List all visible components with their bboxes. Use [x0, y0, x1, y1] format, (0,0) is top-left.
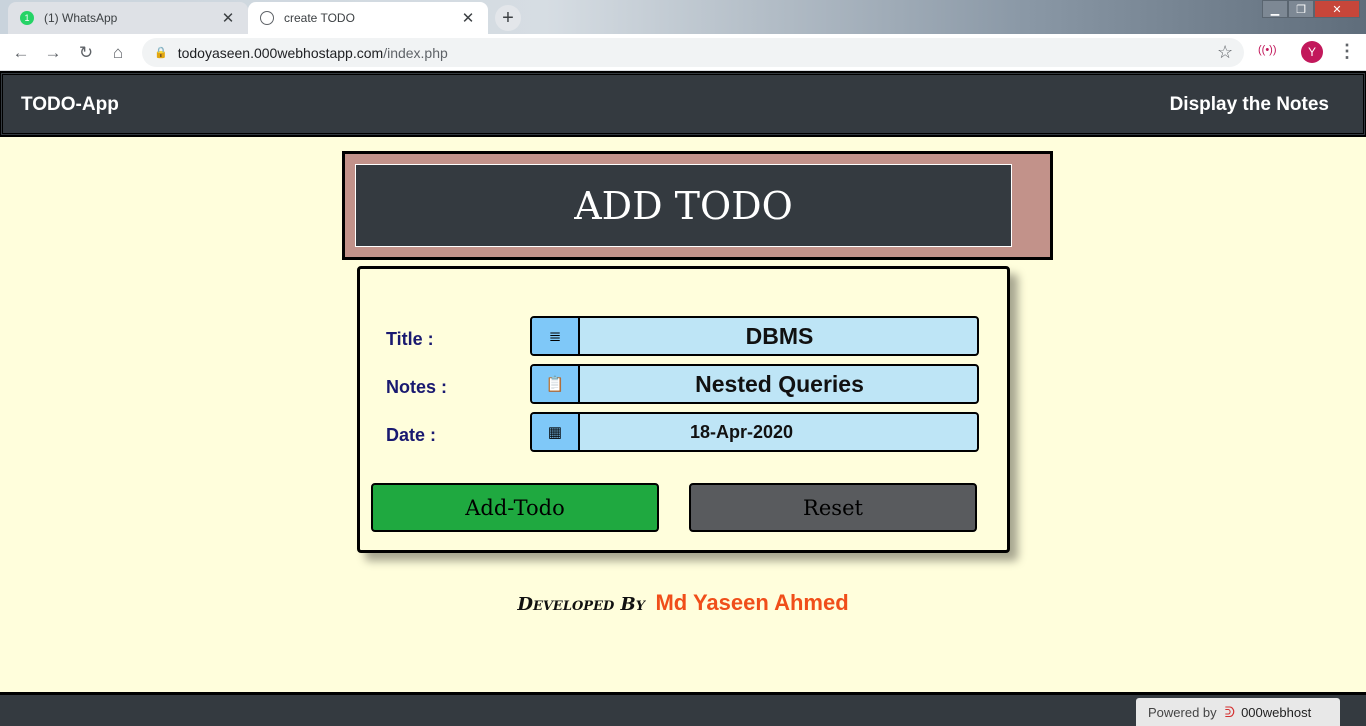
- date-input[interactable]: [582, 414, 977, 450]
- maximize-icon[interactable]: ❐: [1288, 0, 1314, 18]
- url-path: /index.php: [383, 44, 448, 61]
- reload-icon[interactable]: ↻: [75, 42, 97, 64]
- display-notes-link[interactable]: Display the Notes: [1170, 94, 1329, 116]
- clipboard-plus-icon: 📋: [532, 366, 580, 402]
- address-bar: ← → ↻ ⌂ 🔒 todoyaseen.000webhostapp.com/i…: [0, 34, 1366, 71]
- close-tab-icon[interactable]: ✕: [460, 9, 476, 27]
- notes-field[interactable]: 📋: [530, 364, 979, 404]
- title-field[interactable]: ≣: [530, 316, 979, 356]
- cast-icon[interactable]: ((•)): [1258, 44, 1277, 56]
- browser-tab-strip: 1 (1) WhatsApp ✕ create TODO ✕ + ▁ ❐ ✕: [0, 0, 1366, 34]
- notes-input[interactable]: [582, 366, 977, 402]
- back-icon[interactable]: ←: [10, 42, 32, 64]
- profile-avatar[interactable]: Y: [1301, 41, 1323, 63]
- author-name: Md Yaseen Ahmed: [655, 590, 849, 615]
- calendar-icon: ▦: [532, 414, 580, 450]
- host-brand-text: 000webhost: [1241, 704, 1312, 720]
- developer-credit: Developed By Md Yaseen Ahmed: [0, 590, 1366, 616]
- tab-whatsapp[interactable]: 1 (1) WhatsApp ✕: [8, 2, 248, 34]
- 000webhost-logo-icon: ᕲ: [1224, 703, 1236, 720]
- site-navbar: TODO-App Display the Notes: [0, 71, 1366, 137]
- url-host: todoyaseen.000webhostapp.com: [177, 44, 384, 61]
- home-icon[interactable]: ⌂: [107, 42, 129, 64]
- bookmark-star-icon[interactable]: ☆: [1217, 42, 1233, 63]
- close-tab-icon[interactable]: ✕: [220, 9, 236, 27]
- developed-by-text: Developed By: [517, 594, 646, 615]
- new-tab-button[interactable]: +: [495, 5, 521, 31]
- reset-button[interactable]: Reset: [689, 483, 977, 532]
- tab-title: (1) WhatsApp: [44, 11, 118, 25]
- date-field[interactable]: ▦: [530, 412, 979, 452]
- powered-by-badge[interactable]: Powered by ᕲ 000webhost: [1136, 698, 1340, 726]
- browser-menu-icon[interactable]: ⋮: [1338, 41, 1356, 62]
- add-todo-button[interactable]: Add-Todo: [371, 483, 659, 532]
- align-justify-icon: ≣: [532, 318, 580, 354]
- notes-label: Notes :: [386, 377, 448, 397]
- forward-icon[interactable]: →: [42, 42, 64, 64]
- globe-icon: [260, 11, 274, 25]
- todo-form: Title : ≣ Notes : 📋 Date : ▦ Add-Todo Re…: [357, 266, 1010, 553]
- add-todo-header-frame: ADD TODO: [342, 151, 1053, 260]
- page-title: ADD TODO: [355, 164, 1012, 247]
- navbar-brand[interactable]: TODO-App: [21, 94, 119, 116]
- window-close-icon[interactable]: ✕: [1314, 0, 1360, 18]
- lock-icon: 🔒: [154, 47, 168, 59]
- title-input[interactable]: [582, 318, 977, 354]
- powered-by-text: Powered by: [1148, 704, 1217, 720]
- whatsapp-icon: 1: [20, 11, 34, 25]
- tab-create-todo[interactable]: create TODO ✕: [248, 2, 488, 34]
- title-label: Title :: [386, 329, 434, 349]
- date-label: Date :: [386, 425, 437, 445]
- url-input[interactable]: 🔒 todoyaseen.000webhostapp.com/index.php: [142, 38, 1244, 67]
- tab-title: create TODO: [284, 11, 355, 25]
- minimize-icon[interactable]: ▁: [1262, 0, 1288, 18]
